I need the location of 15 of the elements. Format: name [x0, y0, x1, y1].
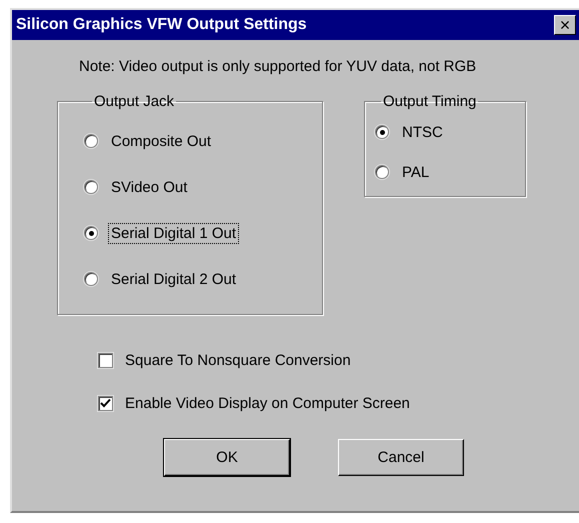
- option-label[interactable]: Composite Out: [108, 130, 214, 152]
- option-label[interactable]: SVideo Out: [108, 176, 190, 198]
- option-label[interactable]: NTSC: [399, 122, 446, 142]
- group-title: Output Jack: [93, 93, 176, 110]
- option-label[interactable]: PAL: [399, 162, 432, 182]
- window-title: Silicon Graphics VFW Output Settings: [16, 16, 307, 34]
- close-button[interactable]: ×: [554, 15, 576, 35]
- group-title: Output Timing: [382, 93, 478, 110]
- option-label[interactable]: Serial Digital 1 Out: [108, 222, 240, 244]
- cancel-button[interactable]: Cancel: [338, 439, 464, 476]
- ok-button[interactable]: OK: [164, 439, 290, 476]
- checkbox-label[interactable]: Enable Video Display on Computer Screen: [125, 395, 410, 412]
- note-text: Note: Video output is only supported for YUV data, not RGB: [79, 58, 478, 75]
- checkbox-label[interactable]: Square To Nonsquare Conversion: [125, 352, 351, 369]
- option-label[interactable]: Serial Digital 2 Out: [108, 268, 240, 290]
